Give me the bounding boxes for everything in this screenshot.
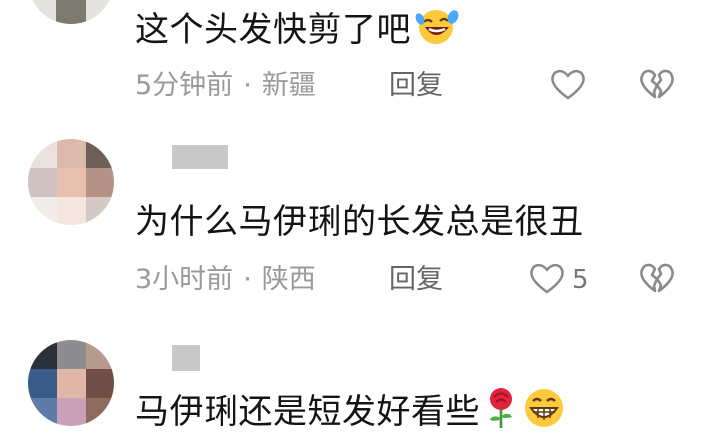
- laughing-tears-emoji-icon: [415, 6, 459, 57]
- comment-text: 马伊琍还是短发好看些: [135, 386, 566, 441]
- like-button[interactable]: 5: [528, 260, 589, 300]
- reply-button[interactable]: 回复: [389, 68, 443, 104]
- like-button[interactable]: [549, 66, 587, 106]
- comment-text: 为什么马伊琍的长发总是很丑: [135, 200, 584, 244]
- dislike-button[interactable]: [638, 66, 676, 106]
- comment-text-content: 马伊琍还是短发好看些: [135, 392, 480, 432]
- broken-heart-icon: [638, 263, 676, 300]
- username-redacted[interactable]: [172, 145, 228, 169]
- meta-separator: ·: [243, 70, 252, 101]
- reply-button[interactable]: 回复: [389, 262, 443, 298]
- avatar[interactable]: [28, 139, 114, 225]
- comment-location: 新疆: [261, 70, 316, 101]
- comment-meta: 3小时前 · 陕西: [135, 262, 316, 298]
- rose-emoji-icon: [484, 386, 518, 441]
- heart-icon: [549, 66, 587, 106]
- avatar[interactable]: [28, 0, 114, 24]
- like-count: 5: [572, 265, 589, 295]
- heart-icon: [528, 260, 566, 300]
- comment-time: 3小时前: [135, 264, 234, 295]
- grinning-face-emoji-icon: [522, 386, 566, 441]
- comment-meta: 5分钟前 · 新疆: [135, 68, 316, 104]
- comment-text-content: 这个头发快剪了吧: [135, 10, 411, 50]
- username-redacted[interactable]: [172, 345, 200, 371]
- meta-separator: ·: [243, 264, 252, 295]
- broken-heart-icon: [638, 69, 676, 106]
- dislike-button[interactable]: [638, 260, 676, 300]
- comment-text-content: 为什么马伊琍的长发总是很丑: [135, 202, 584, 242]
- avatar[interactable]: [28, 340, 114, 426]
- comment-location: 陕西: [261, 264, 316, 295]
- comment-time: 5分钟前: [135, 70, 234, 101]
- comment-text: 这个头发快剪了吧: [135, 6, 459, 57]
